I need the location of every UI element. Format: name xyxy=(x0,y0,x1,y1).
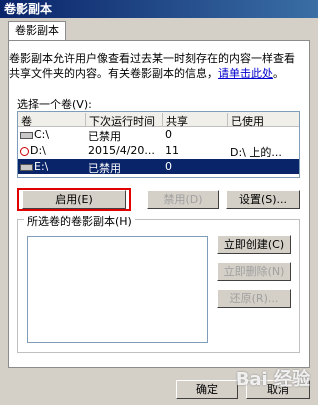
share-count: 11 xyxy=(165,144,179,157)
column-header-used[interactable]: 已使用 xyxy=(228,113,299,128)
next-run-time: 2015/4/20... xyxy=(88,144,155,157)
next-run-time: 已禁用 xyxy=(88,162,121,175)
volume-row-d[interactable]: D:\ 2015/4/20... 11 D:\ 上的... xyxy=(18,143,299,159)
next-run-time: 已禁用 xyxy=(88,130,121,143)
volume-name: C:\ xyxy=(34,128,50,141)
volume-row-e[interactable]: E:\ 已禁用 0 xyxy=(18,159,299,175)
share-count: 0 xyxy=(165,128,172,141)
help-link[interactable]: 请单击此处 xyxy=(218,67,273,80)
shadow-copies-dialog: 卷影副本 卷影副本 卷影副本允许用户像查看过去某一时刻存在的内容一样查看共享文件… xyxy=(0,0,318,405)
volume-list-label: 选择一个卷(V): xyxy=(17,98,92,111)
shadow-copies-list[interactable] xyxy=(27,236,208,343)
tab-shadow-copies[interactable]: 卷影副本 xyxy=(8,21,66,41)
used-space: D:\ 上的... xyxy=(230,146,282,159)
disable-button[interactable]: 禁用(D) xyxy=(147,190,219,209)
volume-list-header: 卷 下次运行时间 共享 已使用 xyxy=(18,112,299,128)
delete-now-button[interactable]: 立即删除(N) xyxy=(217,262,291,281)
volume-row-c[interactable]: C:\ 已禁用 0 xyxy=(18,127,299,143)
enable-button[interactable]: 启用(E) xyxy=(22,190,126,209)
drive-icon xyxy=(20,163,33,171)
volume-name: D:\ xyxy=(30,144,46,157)
description: 卷影副本允许用户像查看过去某一时刻存在的内容一样查看共享文件夹的内容。有关卷影副… xyxy=(9,51,299,81)
shadow-copies-group-label: 所选卷的卷影副本(H) xyxy=(24,213,135,229)
drive-icon xyxy=(20,131,33,139)
share-count: 0 xyxy=(165,160,172,173)
settings-button[interactable]: 设置(S)... xyxy=(226,190,300,209)
column-header-next-run[interactable]: 下次运行时间 xyxy=(86,113,163,128)
create-now-button[interactable]: 立即创建(C) xyxy=(217,235,291,254)
revert-button[interactable]: 还原(R)... xyxy=(217,289,291,308)
ok-button[interactable]: 确定 xyxy=(176,380,238,399)
clock-drive-icon xyxy=(20,146,29,156)
window-title: 卷影副本 xyxy=(0,0,318,18)
column-header-shares[interactable]: 共享 xyxy=(163,113,228,128)
volume-name: E:\ xyxy=(34,160,49,173)
volume-list[interactable]: 卷 下次运行时间 共享 已使用 C:\ 已禁用 0 D:\ 2015/4/20.… xyxy=(17,111,300,178)
column-header-volume[interactable]: 卷 xyxy=(18,113,86,128)
description-end: 。 xyxy=(273,67,284,80)
watermark: Bai 经验 xyxy=(235,369,310,390)
